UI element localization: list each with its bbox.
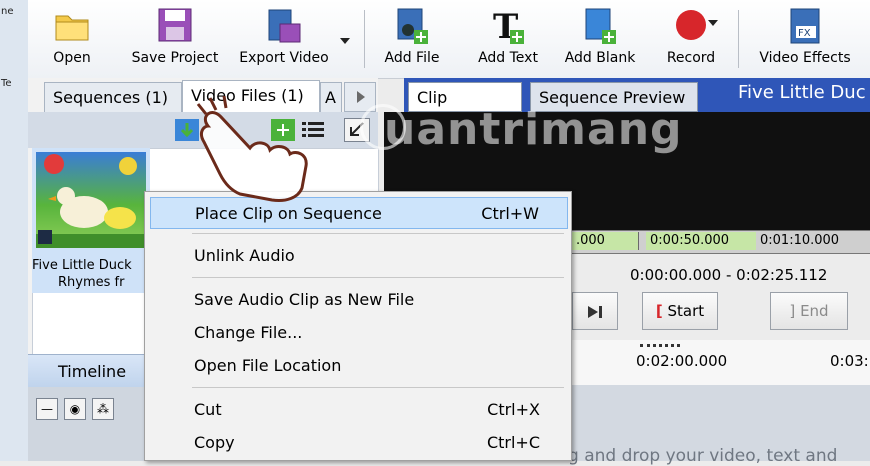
group-icon[interactable]: ⁂ bbox=[92, 398, 114, 420]
start-bracket-icon: [ bbox=[655, 302, 663, 320]
record-button[interactable]: Record bbox=[656, 0, 726, 78]
tab-sequences[interactable]: Sequences (1) bbox=[44, 82, 182, 112]
menu-separator bbox=[192, 387, 564, 388]
preview-title: Five Little Duc bbox=[738, 82, 866, 103]
menu-item-cut[interactable]: Cut Ctrl+X bbox=[150, 394, 568, 426]
start-button[interactable]: [ Start bbox=[642, 292, 718, 330]
scale-mark: .000 bbox=[572, 232, 639, 250]
folder-icon bbox=[55, 15, 89, 41]
end-button[interactable]: ] End bbox=[770, 292, 848, 330]
skip-forward-icon bbox=[588, 305, 602, 318]
open-button[interactable]: Open bbox=[42, 0, 102, 78]
toolbar-separator bbox=[364, 10, 365, 68]
video-effects-button[interactable]: FX Video Effects bbox=[750, 0, 860, 78]
clip-timecode: 0:00:00.000 - 0:02:25.112 bbox=[630, 266, 828, 284]
next-frame-button[interactable] bbox=[572, 292, 618, 330]
menu-item-copy[interactable]: Copy Ctrl+C bbox=[150, 427, 568, 459]
add-text-button[interactable]: T Add Text bbox=[468, 0, 548, 78]
ruler-label: 0:03: bbox=[830, 352, 869, 370]
menu-item-save-audio-clip[interactable]: Save Audio Clip as New File bbox=[150, 284, 568, 316]
add-file-icon bbox=[397, 8, 428, 44]
strip-label: Te bbox=[1, 78, 12, 89]
export-video-button[interactable]: Export Video bbox=[232, 0, 336, 78]
strip-label: ne bbox=[1, 6, 14, 17]
menu-item-change-file[interactable]: Change File... bbox=[150, 317, 568, 349]
add-file-button[interactable]: Add File bbox=[382, 0, 442, 78]
drop-hint-text: g and drop your video, text and bbox=[568, 446, 838, 466]
hand-pointer-icon bbox=[196, 96, 308, 202]
add-blank-icon bbox=[585, 8, 616, 44]
svg-text:FX: FX bbox=[798, 28, 811, 39]
end-bracket-icon: ] bbox=[789, 302, 796, 320]
menu-separator bbox=[192, 233, 564, 234]
clip-name-line2: Rhymes fr bbox=[58, 275, 125, 290]
ruler-label: 0:02:00.000 bbox=[636, 352, 728, 370]
toolbar-separator bbox=[738, 10, 739, 68]
ruler-grip-icon bbox=[640, 344, 680, 351]
scale-mark: 0:00:50.000 bbox=[646, 232, 757, 250]
floppy-disk-icon bbox=[158, 8, 192, 42]
duck-thumbnail-icon bbox=[36, 154, 146, 248]
watermark-text: uantrimang bbox=[384, 104, 683, 155]
menu-separator bbox=[192, 277, 564, 278]
export-video-icon bbox=[268, 9, 301, 43]
add-text-icon: T bbox=[493, 8, 524, 46]
add-blank-button[interactable]: Add Blank bbox=[556, 0, 644, 78]
clip-thumbnail[interactable] bbox=[36, 152, 146, 248]
video-effects-icon: FX bbox=[790, 8, 820, 44]
toolbar: Open Save Project Export Video Add File … bbox=[28, 0, 870, 79]
record-dropdown-icon[interactable] bbox=[708, 20, 718, 26]
scale-mark: 0:01:10.000 bbox=[756, 232, 870, 250]
timeline-tab[interactable]: Timeline bbox=[58, 362, 126, 381]
record-icon bbox=[676, 10, 706, 40]
minus-icon[interactable]: — bbox=[36, 398, 58, 420]
clip-name-line1: Five Little Duck bbox=[32, 258, 132, 273]
eye-icon[interactable]: ◉ bbox=[64, 398, 86, 420]
menu-item-open-file-location[interactable]: Open File Location bbox=[150, 350, 568, 382]
tab-audio[interactable]: A bbox=[320, 82, 342, 112]
save-project-button[interactable]: Save Project bbox=[120, 0, 230, 78]
export-dropdown-icon[interactable] bbox=[340, 38, 350, 44]
background-window-strip: ne Te bbox=[0, 0, 29, 461]
menu-item-unlink-audio[interactable]: Unlink Audio bbox=[150, 240, 568, 272]
